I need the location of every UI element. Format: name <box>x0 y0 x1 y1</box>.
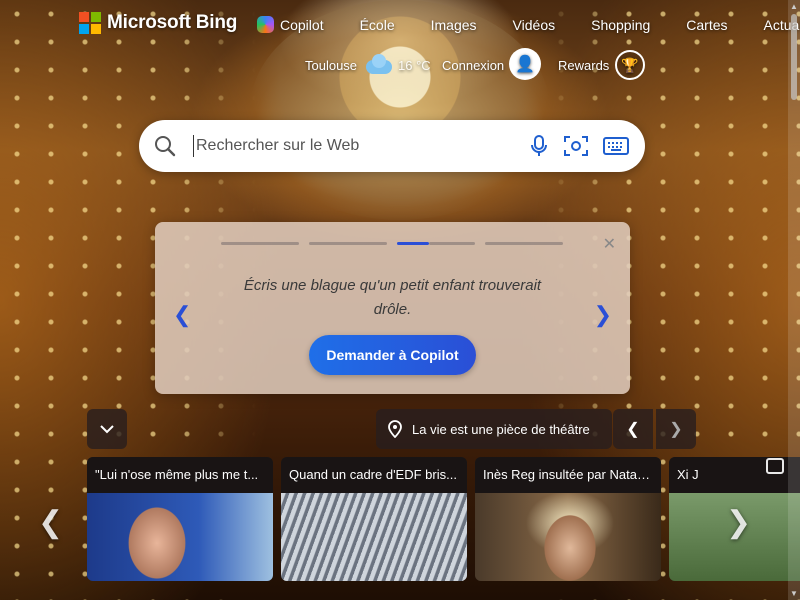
card-prev-chevron-icon[interactable]: ❮ <box>173 302 191 328</box>
news-card-title: Inès Reg insultée par Natas... <box>475 457 661 493</box>
carousel-progress <box>221 242 563 245</box>
location-pin-icon <box>388 420 402 438</box>
nav-item-label: Shopping <box>591 16 651 33</box>
scrollbar-thumb[interactable] <box>791 14 797 100</box>
weather-temperature[interactable]: 16 °C <box>398 48 431 82</box>
collapse-feed-button[interactable] <box>87 409 127 449</box>
nav-item-shopping[interactable]: Shopping <box>591 16 650 33</box>
prev-image-button[interactable]: ❮ <box>613 409 653 449</box>
image-caption-text: La vie est une pièce de théâtre <box>412 421 590 437</box>
news-card[interactable]: Quand un cadre d'EDF bris... <box>281 457 467 581</box>
progress-step[interactable] <box>309 242 387 245</box>
microphone-icon[interactable] <box>529 134 549 158</box>
close-icon[interactable]: ✕ <box>603 234 616 254</box>
chevron-down-icon <box>100 425 114 434</box>
progress-step-active[interactable] <box>397 242 475 245</box>
menu-icon[interactable] <box>670 48 690 82</box>
nav-item-label: Cartes <box>686 16 728 33</box>
search-icon[interactable] <box>153 134 193 158</box>
cloud-icon[interactable] <box>366 54 392 74</box>
image-caption[interactable]: La vie est une pièce de théâtre <box>376 409 612 449</box>
progress-step[interactable] <box>485 242 563 245</box>
feedback-icon[interactable] <box>766 458 784 474</box>
rewards-label[interactable]: Rewards <box>558 48 609 82</box>
brand-name: Microsoft Bing <box>107 12 238 33</box>
copilot-icon <box>257 16 274 33</box>
next-image-button[interactable]: ❯ <box>656 409 696 449</box>
news-card[interactable]: Inès Reg insultée par Natas... <box>475 457 661 581</box>
page-scrollbar[interactable]: ▲ ▼ <box>788 0 800 600</box>
news-next-chevron-icon[interactable]: ❯ <box>726 505 751 540</box>
bing-logo[interactable]: Microsoft Bing <box>79 12 237 34</box>
copilot-suggestion-card: ✕ ❮ Écris une blague qu'un petit enfant … <box>155 222 630 394</box>
news-prev-chevron-icon[interactable]: ❮ <box>38 505 63 540</box>
rewards-trophy-icon[interactable]: 🏆 <box>615 50 645 80</box>
weather-location[interactable]: Toulouse <box>305 48 357 82</box>
nav-item-label: Copilot <box>280 16 324 33</box>
progress-step[interactable] <box>221 242 299 245</box>
news-card-title: Quand un cadre d'EDF bris... <box>281 457 467 493</box>
news-card-image <box>281 493 467 581</box>
ask-copilot-button[interactable]: Demander à Copilot <box>309 335 476 375</box>
scroll-up-icon[interactable]: ▲ <box>790 2 798 11</box>
copilot-prompt-text: Écris une blague qu'un petit enfant trou… <box>243 277 542 318</box>
search-box <box>139 120 645 172</box>
scroll-down-icon[interactable]: ▼ <box>790 589 798 598</box>
news-card-image <box>475 493 661 581</box>
card-next-chevron-icon[interactable]: ❯ <box>594 302 612 328</box>
chevron-right-icon: ❯ <box>669 421 683 438</box>
nav-item-label: Images <box>430 16 477 33</box>
nav-item-images[interactable]: Images <box>431 16 477 33</box>
search-input[interactable] <box>193 135 529 157</box>
chevron-left-icon: ❮ <box>626 421 640 438</box>
top-nav: Copilot École Images Vidéos Shopping Car… <box>257 16 800 33</box>
microsoft-logo-icon <box>79 12 101 34</box>
header-row-2: Toulouse 16 °C Connexion 👤 Rewards 🏆 <box>0 48 800 82</box>
nav-item-cartes[interactable]: Cartes <box>686 16 727 33</box>
keyboard-icon[interactable] <box>603 136 629 156</box>
visual-search-icon[interactable] <box>563 134 589 158</box>
avatar-icon[interactable]: 👤 <box>509 48 541 80</box>
news-card-title: "Lui n'ose même plus me t... <box>87 457 273 493</box>
news-card[interactable]: "Lui n'ose même plus me t... <box>87 457 273 581</box>
news-card-image <box>87 493 273 581</box>
background-ceiling <box>250 0 550 220</box>
nav-item-copilot[interactable]: Copilot <box>257 16 324 33</box>
nav-item-ecole[interactable]: École <box>360 16 395 33</box>
nav-item-label: École <box>359 16 395 33</box>
signin-link[interactable]: Connexion <box>442 48 504 82</box>
nav-item-videos[interactable]: Vidéos <box>513 16 556 33</box>
nav-item-label: Vidéos <box>512 16 556 33</box>
